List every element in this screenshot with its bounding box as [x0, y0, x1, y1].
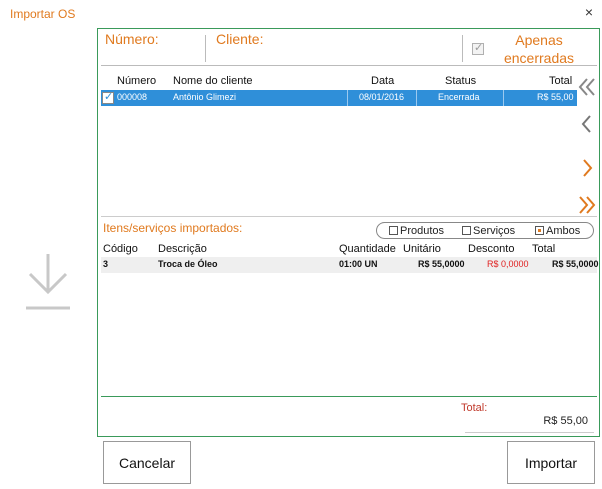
main-panel: Número: Cliente: ✓ Apenas encerradas Núm…: [97, 28, 600, 437]
cell-total-item: R$ 55,0000: [552, 259, 599, 269]
double-chevron-right-icon[interactable]: [576, 194, 598, 216]
chevron-left-icon[interactable]: [576, 113, 598, 135]
col-desconto[interactable]: Desconto: [468, 243, 514, 255]
cell-codigo: 3: [103, 259, 109, 269]
cancel-button-label: Cancelar: [118, 454, 176, 471]
cell-quantidade: 01:00 UN: [339, 259, 378, 269]
cell-status: Encerrada: [438, 92, 480, 102]
cell-numero: 000008: [117, 92, 148, 102]
chevron-right-icon[interactable]: [576, 157, 598, 179]
cell-divider: [416, 90, 417, 106]
window-title: Importar OS: [10, 7, 76, 21]
checkbox-icon: [389, 226, 398, 235]
grid-header: Número Nome do cliente Data Status Total: [101, 73, 577, 89]
cell-desconto: R$ 0,0000: [487, 259, 529, 269]
filter-servicos[interactable]: Serviços: [462, 225, 515, 237]
title-bar: Importar OS ×: [0, 0, 602, 28]
col-descricao[interactable]: Descrição: [158, 243, 207, 255]
items-section-title: Itens/serviços importados:: [103, 221, 243, 235]
apenas-encerradas-label: Apenas encerradas: [503, 32, 575, 66]
cell-divider: [347, 90, 348, 106]
download-arrow-icon: [26, 254, 70, 310]
import-button[interactable]: Importar: [507, 441, 595, 484]
checkbox-checked-icon: [535, 226, 544, 235]
cell-descricao: Troca de Óleo: [158, 259, 218, 269]
filter-produtos-label: Produtos: [400, 225, 445, 237]
col-total[interactable]: Total: [549, 75, 572, 87]
header-divider: [205, 35, 206, 62]
col-quantidade[interactable]: Quantidade: [339, 243, 396, 255]
col-data[interactable]: Data: [371, 75, 394, 87]
total-label: Total:: [461, 402, 488, 414]
table-row[interactable]: ✓ 000008 Antônio Glimezi 08/01/2016 Ence…: [101, 90, 577, 106]
filter-header: Número: Cliente: ✓ Apenas encerradas: [101, 29, 597, 66]
list-item[interactable]: 3 Troca de Óleo 01:00 UN R$ 55,0000 R$ 0…: [101, 257, 599, 273]
total-divider: [465, 432, 594, 433]
check-icon: ✓: [104, 91, 114, 103]
col-numero[interactable]: Número: [117, 75, 156, 87]
os-grid: Número Nome do cliente Data Status Total…: [101, 73, 577, 213]
cell-divider: [503, 90, 504, 106]
double-chevron-left-icon[interactable]: [576, 76, 598, 98]
row-checkbox[interactable]: ✓: [102, 91, 114, 104]
import-button-label: Importar: [524, 454, 578, 471]
header-divider: [462, 35, 463, 62]
col-unitario[interactable]: Unitário: [403, 243, 441, 255]
col-total-item[interactable]: Total: [532, 243, 555, 255]
col-status[interactable]: Status: [445, 75, 476, 87]
total-value: R$ 55,00: [543, 415, 588, 427]
cell-cliente: Antônio Glimezi: [173, 92, 237, 102]
cliente-label: Cliente:: [216, 31, 264, 47]
checkbox-icon: [462, 226, 471, 235]
item-type-filter: Produtos Serviços Ambos: [376, 222, 594, 239]
numero-label: Número:: [105, 31, 159, 47]
cell-data: 08/01/2016: [359, 92, 405, 102]
filter-produtos[interactable]: Produtos: [389, 225, 444, 237]
close-icon[interactable]: ×: [585, 4, 593, 20]
filter-ambos[interactable]: Ambos: [535, 225, 580, 237]
cell-total: R$ 55,00: [537, 92, 574, 102]
filter-servicos-label: Serviços: [473, 225, 516, 237]
filter-ambos-label: Ambos: [546, 225, 581, 237]
section-divider: [101, 216, 597, 217]
col-nome-cliente[interactable]: Nome do cliente: [173, 75, 253, 87]
col-codigo[interactable]: Código: [103, 243, 138, 255]
items-bottom-divider: [101, 396, 597, 397]
cell-unitario: R$ 55,0000: [418, 259, 465, 269]
cancel-button[interactable]: Cancelar: [103, 441, 191, 484]
import-side-panel: [0, 28, 97, 436]
items-header: Código Descrição Quantidade Unitário Des…: [101, 241, 597, 257]
